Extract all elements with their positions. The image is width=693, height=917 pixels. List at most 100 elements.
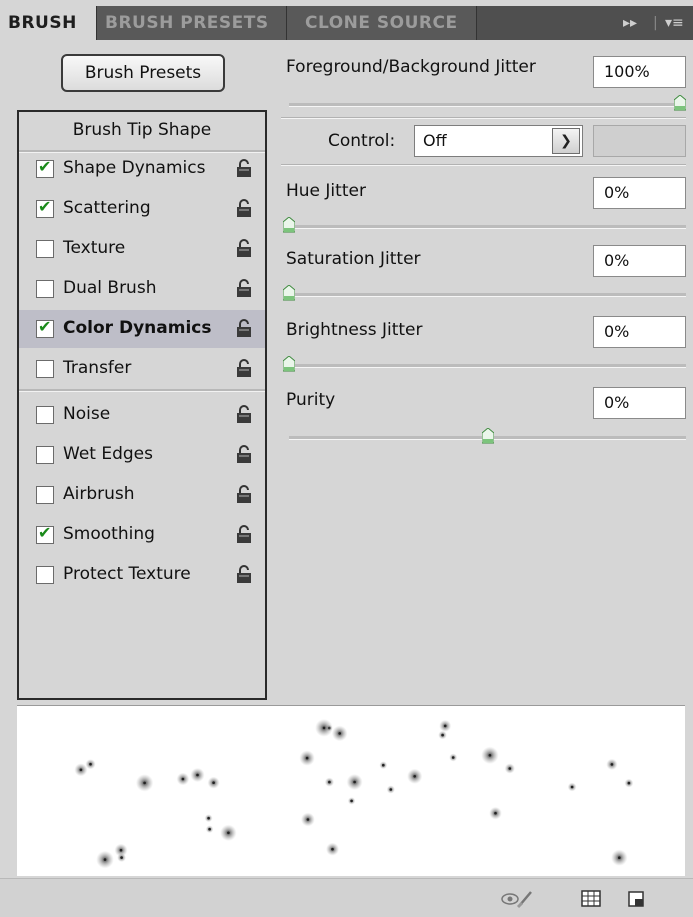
grid-icon[interactable]: [580, 889, 602, 909]
panel-menu-icon[interactable]: ▾≡: [665, 15, 684, 31]
bottom-toolbar: [0, 878, 693, 917]
option-label: Noise: [63, 404, 111, 424]
brush-dab-core: [331, 847, 334, 851]
divider: [281, 117, 686, 119]
option-checkbox[interactable]: ✔: [36, 317, 54, 338]
brush-option-row[interactable]: Transfer: [19, 350, 265, 388]
divider: |: [653, 15, 658, 31]
hue-jitter-slider-thumb[interactable]: [283, 217, 295, 233]
purity-input[interactable]: 0%: [593, 387, 686, 419]
brightness-jitter-slider-thumb[interactable]: [283, 356, 295, 372]
control-select[interactable]: Off ❯: [414, 125, 583, 157]
tab-clone-source[interactable]: CLONE SOURCE: [287, 6, 477, 40]
option-checkbox[interactable]: [36, 280, 54, 298]
lock-icon[interactable]: [236, 525, 252, 543]
option-checkbox[interactable]: [36, 360, 54, 378]
option-checkbox[interactable]: ✔: [36, 523, 54, 544]
brush-dab-core: [627, 781, 631, 785]
purity-slider-thumb[interactable]: [481, 428, 494, 444]
lock-icon[interactable]: [236, 565, 252, 583]
option-label: Protect Texture: [63, 564, 191, 584]
brush-dab-core: [120, 856, 123, 859]
brush-dab-core: [208, 827, 211, 831]
hue-jitter-slider-track[interactable]: [289, 225, 686, 229]
brush-dab-core: [181, 777, 185, 781]
brush-stroke-preview: [17, 705, 685, 876]
new-preset-icon[interactable]: [625, 889, 647, 909]
control-select-value: Off: [423, 131, 447, 150]
saturation-jitter-input[interactable]: 0%: [593, 245, 686, 277]
brush-dab-core: [488, 754, 492, 757]
brush-option-row[interactable]: Noise: [19, 396, 265, 434]
tab-brush-presets[interactable]: BRUSH PRESETS: [97, 6, 287, 40]
checkmark-icon: ✔: [38, 197, 52, 216]
brush-dab-core: [328, 780, 331, 784]
chevron-down-icon[interactable]: ❯: [552, 128, 580, 154]
option-checkbox[interactable]: [36, 486, 54, 504]
brightness-jitter-input[interactable]: 0%: [593, 316, 686, 348]
brush-dab-core: [143, 781, 146, 785]
brush-option-row[interactable]: Texture: [19, 230, 265, 268]
brush-option-row[interactable]: Airbrush: [19, 476, 265, 514]
expand-arrows-icon[interactable]: ▸▸: [623, 15, 637, 31]
brush-dab-core: [618, 856, 621, 859]
brush-dab-core: [79, 768, 83, 772]
brush-dab-core: [338, 732, 342, 735]
brush-option-row[interactable]: ✔ Color Dynamics: [19, 310, 265, 348]
brush-panel: BRUSH BRUSH PRESETS CLONE SOURCE ▸▸ | ▾≡…: [0, 0, 693, 917]
brush-dab-core: [103, 858, 107, 861]
fg-bg-jitter-input[interactable]: 100%: [593, 56, 686, 88]
fg-bg-jitter-slider-thumb[interactable]: [674, 95, 686, 111]
control-secondary-field: [593, 125, 686, 157]
hue-jitter-input[interactable]: 0%: [593, 177, 686, 209]
option-checkbox[interactable]: [36, 406, 54, 424]
brush-dab-core: [443, 724, 447, 728]
option-label: Airbrush: [63, 484, 135, 504]
brightness-jitter-slider-track[interactable]: [289, 364, 686, 368]
brush-presets-button[interactable]: Brush Presets: [61, 54, 225, 92]
option-checkbox[interactable]: [36, 566, 54, 584]
fg-bg-jitter-label: Foreground/Background Jitter: [286, 57, 536, 77]
lock-icon[interactable]: [236, 485, 252, 503]
option-checkbox[interactable]: [36, 240, 54, 258]
brush-option-row[interactable]: ✔ Smoothing: [19, 516, 265, 554]
option-checkbox[interactable]: ✔: [36, 157, 54, 178]
option-checkbox[interactable]: ✔: [36, 197, 54, 218]
option-label: Transfer: [63, 358, 132, 378]
lock-icon[interactable]: [236, 405, 252, 423]
brush-options-list: Brush Tip Shape ✔ Shape Dynamics ✔ Scatteri…: [17, 110, 267, 700]
saturation-jitter-slider-thumb[interactable]: [283, 285, 295, 301]
brush-dab-core: [413, 775, 417, 778]
tab-bar: BRUSH BRUSH PRESETS CLONE SOURCE ▸▸ | ▾≡: [0, 6, 693, 40]
brush-dab-core: [382, 763, 385, 767]
option-checkbox[interactable]: [36, 446, 54, 464]
brush-option-row[interactable]: Wet Edges: [19, 436, 265, 474]
purity-label: Purity: [286, 390, 336, 410]
fg-bg-jitter-slider-track[interactable]: [289, 103, 686, 107]
eye-brush-icon[interactable]: [500, 889, 534, 909]
lock-icon[interactable]: [236, 319, 252, 337]
lock-icon[interactable]: [236, 199, 252, 217]
saturation-jitter-slider-track[interactable]: [289, 293, 686, 297]
brush-option-row[interactable]: ✔ Shape Dynamics: [19, 150, 265, 188]
brush-dab-core: [570, 785, 574, 789]
lock-icon[interactable]: [236, 445, 252, 463]
tab-brush[interactable]: BRUSH: [0, 6, 97, 40]
lock-icon[interactable]: [236, 159, 252, 177]
brush-dab-core: [306, 818, 310, 821]
checkmark-icon: ✔: [38, 317, 52, 336]
brush-dab-core: [389, 788, 393, 791]
brush-tip-shape-item[interactable]: Brush Tip Shape: [19, 120, 265, 140]
brush-dab-core: [196, 773, 199, 777]
brush-option-row[interactable]: Protect Texture: [19, 556, 265, 594]
lock-icon[interactable]: [236, 239, 252, 257]
brush-option-row[interactable]: Dual Brush: [19, 270, 265, 308]
lock-icon[interactable]: [236, 359, 252, 377]
lock-icon[interactable]: [236, 279, 252, 297]
brightness-jitter-label: Brightness Jitter: [286, 320, 423, 340]
brush-option-row[interactable]: ✔ Scattering: [19, 190, 265, 228]
option-label: Dual Brush: [63, 278, 157, 298]
option-label: Scattering: [63, 198, 151, 218]
brush-dab-core: [451, 756, 455, 759]
brush-dab-core: [610, 763, 614, 766]
